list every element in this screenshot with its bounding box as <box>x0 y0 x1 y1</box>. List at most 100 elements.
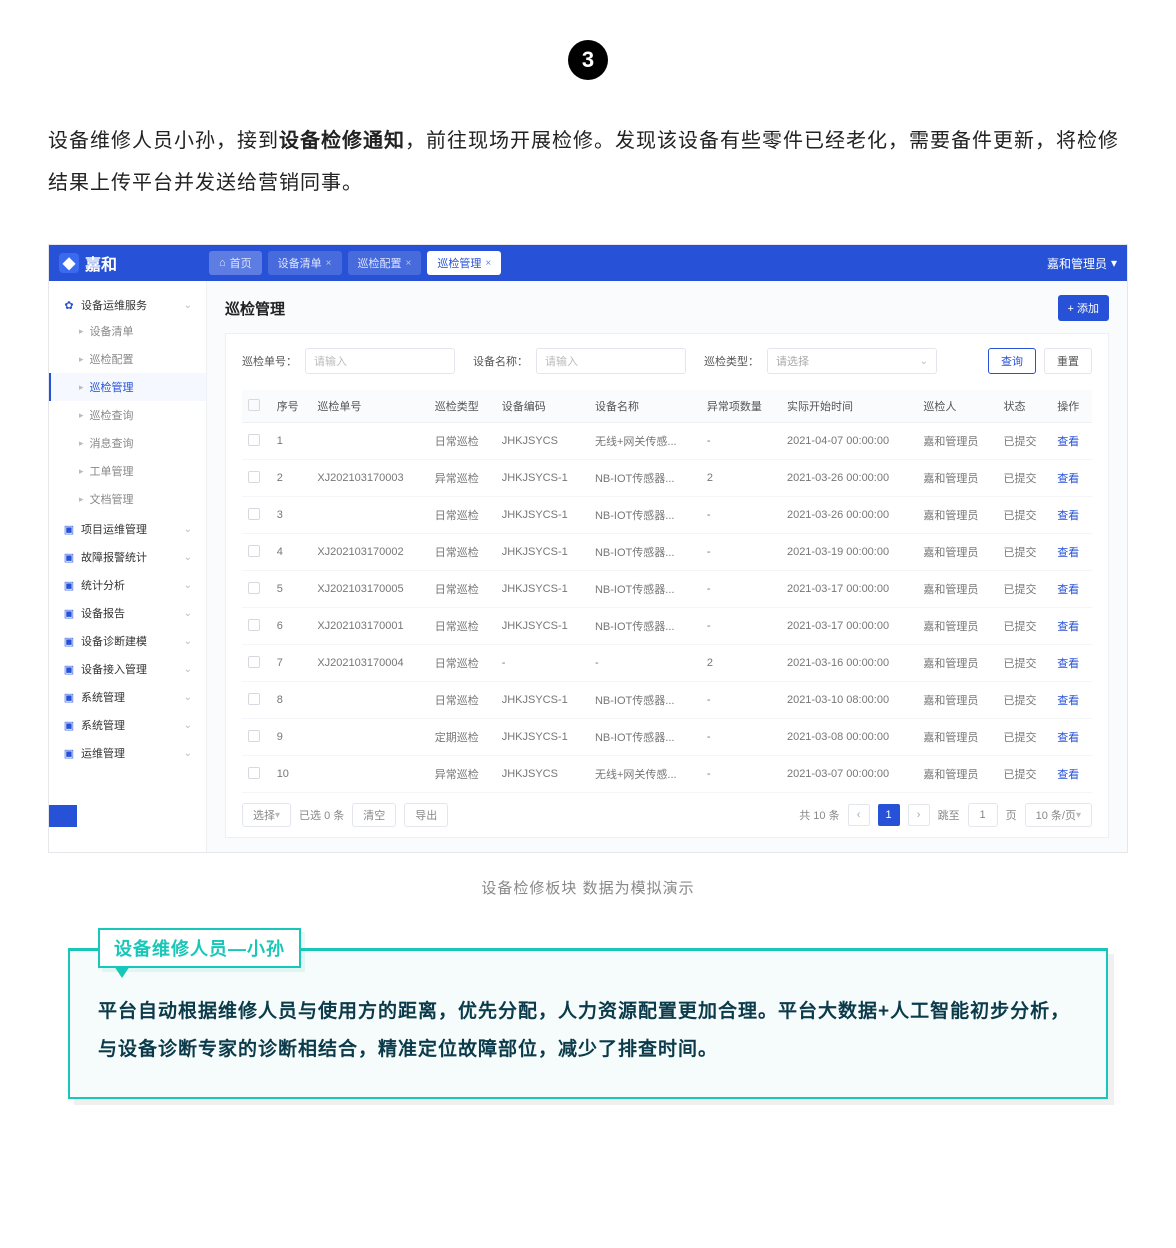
sidebar-group[interactable]: ▣设备接入管理⌄ <box>49 653 206 681</box>
filter-name-input[interactable]: 请输入 <box>536 348 686 374</box>
table-header: 序号 <box>271 390 312 423</box>
chevron-down-icon: ⌄ <box>184 608 192 619</box>
view-link[interactable]: 查看 <box>1057 473 1079 485</box>
select-dropdown[interactable]: 选择 ▾ <box>242 803 291 827</box>
sidebar-group[interactable]: ▣系统管理⌄ <box>49 709 206 737</box>
home-icon: ⌂ <box>219 257 226 269</box>
module-icon: ▣ <box>63 635 75 647</box>
caret-icon: ▸ <box>79 438 84 449</box>
filter-name-label: 设备名称： <box>473 353 528 369</box>
row-checkbox[interactable] <box>248 693 260 705</box>
view-link[interactable]: 查看 <box>1057 510 1079 522</box>
caret-icon: ▸ <box>79 494 84 505</box>
jump-input[interactable]: 1 <box>968 803 998 827</box>
page-size-select[interactable]: 10 条/页 ▾ <box>1025 803 1092 827</box>
tab-巡检配置[interactable]: 巡检配置 × <box>348 251 422 275</box>
filter-type-label: 巡检类型： <box>704 353 759 369</box>
gear-icon: ✿ <box>63 299 75 311</box>
close-icon[interactable]: × <box>485 258 491 269</box>
table-header: 巡检单号 <box>311 390 428 423</box>
page-next[interactable]: › <box>908 804 930 826</box>
sidebar-group[interactable]: ▣系统管理⌄ <box>49 681 206 709</box>
filter-no-input[interactable]: 请输入 <box>305 348 455 374</box>
chevron-down-icon: ⌄ <box>184 664 192 675</box>
chevron-down-icon: ▾ <box>275 810 280 821</box>
chevron-down-icon: ⌄ <box>920 356 928 367</box>
view-link[interactable]: 查看 <box>1057 769 1079 781</box>
logo-icon: ◆ <box>59 253 79 273</box>
view-link[interactable]: 查看 <box>1057 436 1079 448</box>
filter-bar: 巡检单号： 请输入 设备名称： 请输入 巡检类型： 请选择 ⌄ <box>242 348 1092 374</box>
row-checkbox[interactable] <box>248 656 260 668</box>
sidebar-group[interactable]: ▣故障报警统计⌄ <box>49 541 206 569</box>
sidebar-group[interactable]: ▣设备诊断建模⌄ <box>49 625 206 653</box>
table-header: 状态 <box>998 390 1052 423</box>
row-checkbox[interactable] <box>248 582 260 594</box>
sidebar-item[interactable]: ▸巡检配置 <box>49 345 206 373</box>
step-badge: 3 <box>568 40 608 80</box>
pager: 选择 ▾ 已选 0 条 清空 导出 共 10 条 ‹ 1 › 跳至 1 页 10… <box>242 803 1092 827</box>
quote-body-box: 平台自动根据维修人员与使用方的距离，优先分配，人力资源配置更加合理。平台大数据+… <box>68 948 1108 1099</box>
quote-body: 平台自动根据维修人员与使用方的距离，优先分配，人力资源配置更加合理。平台大数据+… <box>98 993 1078 1069</box>
module-icon: ▣ <box>63 551 75 563</box>
view-link[interactable]: 查看 <box>1057 547 1079 559</box>
view-link[interactable]: 查看 <box>1057 695 1079 707</box>
module-icon: ▣ <box>63 579 75 591</box>
view-link[interactable]: 查看 <box>1057 621 1079 633</box>
table-row: 8日常巡检JHKJSYCS-1NB-IOT传感器...-2021-03-10 0… <box>242 682 1092 719</box>
row-checkbox[interactable] <box>248 730 260 742</box>
close-icon[interactable]: × <box>326 258 332 269</box>
row-checkbox[interactable] <box>248 545 260 557</box>
close-icon[interactable]: × <box>406 258 412 269</box>
sidebar-group[interactable]: ▣项目运维管理⌄ <box>49 513 206 541</box>
intro-before: 设备维修人员小孙，接到 <box>48 130 279 152</box>
tab-设备清单[interactable]: 设备清单 × <box>268 251 342 275</box>
module-icon: ▣ <box>63 747 75 759</box>
row-checkbox[interactable] <box>248 434 260 446</box>
page-prev[interactable]: ‹ <box>848 804 870 826</box>
table-row: 4XJ202103170002日常巡检JHKJSYCS-1NB-IOT传感器..… <box>242 534 1092 571</box>
filter-type-select[interactable]: 请选择 ⌄ <box>767 348 937 374</box>
intro-bold: 设备检修通知 <box>279 130 405 152</box>
sidebar-item[interactable]: ▸文档管理 <box>49 485 206 513</box>
view-link[interactable]: 查看 <box>1057 732 1079 744</box>
caret-icon: ▸ <box>79 354 84 365</box>
clear-button[interactable]: 清空 <box>352 803 396 827</box>
table-header <box>242 390 271 423</box>
user-label: 嘉和管理员 <box>1047 255 1107 272</box>
inspection-table: 序号巡检单号巡检类型设备编码设备名称异常项数量实际开始时间巡检人状态操作 1日常… <box>242 390 1092 793</box>
sidebar-group[interactable]: ▣设备报告⌄ <box>49 597 206 625</box>
page-current[interactable]: 1 <box>878 804 900 826</box>
sidebar-group-ops[interactable]: ✿ 设备运维服务 ⌄ <box>49 289 206 317</box>
sidebar-collapse[interactable] <box>49 805 77 827</box>
sidebar-item[interactable]: ▸消息查询 <box>49 429 206 457</box>
sidebar-group[interactable]: ▣运维管理⌄ <box>49 737 206 765</box>
row-checkbox[interactable] <box>248 508 260 520</box>
sidebar-item[interactable]: ▸巡检查询 <box>49 401 206 429</box>
sidebar-item[interactable]: ▸工单管理 <box>49 457 206 485</box>
row-checkbox[interactable] <box>248 471 260 483</box>
page-title: 巡检管理 <box>225 298 285 319</box>
table-row: 6XJ202103170001日常巡检JHKJSYCS-1NB-IOT传感器..… <box>242 608 1092 645</box>
sidebar-item[interactable]: ▸巡检管理 <box>49 373 206 401</box>
table-row: 1日常巡检JHKJSYCS无线+网关传感...-2021-04-07 00:00… <box>242 423 1092 460</box>
search-button[interactable]: 查询 <box>988 348 1036 374</box>
sidebar-group[interactable]: ▣统计分析⌄ <box>49 569 206 597</box>
chevron-down-icon: ⌄ <box>184 580 192 591</box>
checkbox-all[interactable] <box>248 399 260 411</box>
user-menu[interactable]: 嘉和管理员 ▾ <box>1047 255 1117 272</box>
sidebar-item[interactable]: ▸设备清单 <box>49 317 206 345</box>
view-link[interactable]: 查看 <box>1057 584 1079 596</box>
view-link[interactable]: 查看 <box>1057 658 1079 670</box>
tab-首页[interactable]: ⌂ 首页 <box>209 251 262 275</box>
main-panel: 巡检管理 + 添加 巡检单号： 请输入 设备名称： 请输入 <box>207 281 1127 852</box>
module-icon: ▣ <box>63 607 75 619</box>
add-button[interactable]: + 添加 <box>1058 295 1109 321</box>
export-button[interactable]: 导出 <box>404 803 448 827</box>
caret-icon: ▸ <box>79 326 84 337</box>
reset-button[interactable]: 重置 <box>1044 348 1092 374</box>
chevron-down-icon: ⌄ <box>184 720 192 731</box>
row-checkbox[interactable] <box>248 767 260 779</box>
tab-巡检管理[interactable]: 巡检管理 × <box>427 251 501 275</box>
row-checkbox[interactable] <box>248 619 260 631</box>
